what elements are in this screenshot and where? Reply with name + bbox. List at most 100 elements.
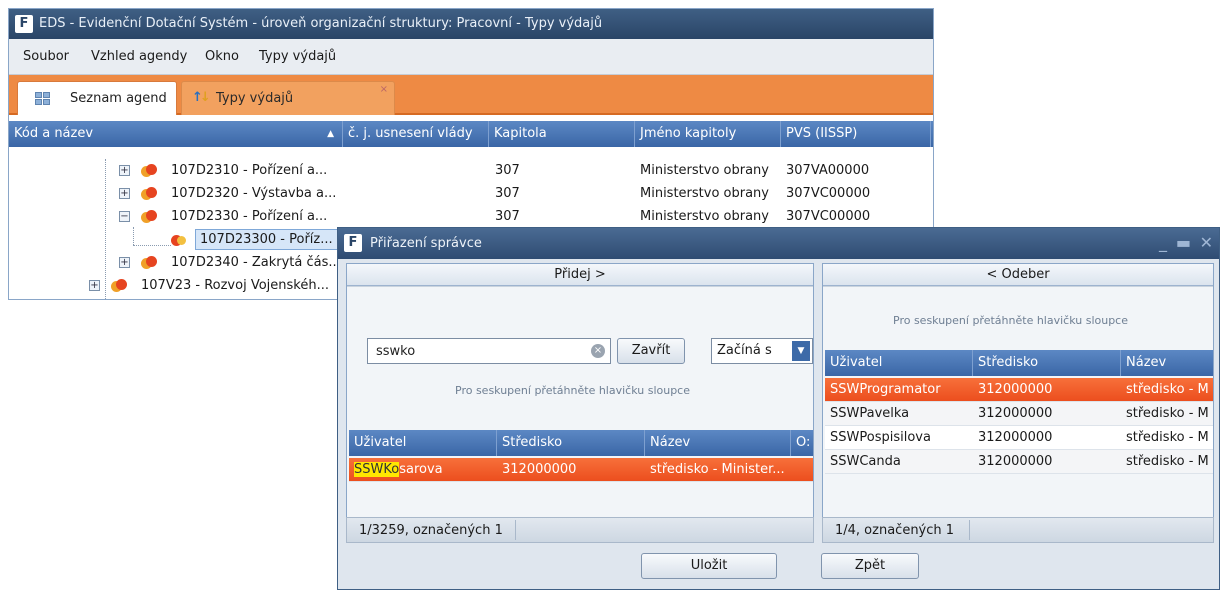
left-statusbar: 1/3259, označených 1 xyxy=(346,517,814,543)
column-stredisko[interactable]: Středisko xyxy=(497,430,645,456)
cell-nazev: středisko - M xyxy=(1126,454,1209,469)
list-item[interactable]: SSWCanda 312000000 středisko - M xyxy=(825,450,1213,474)
cell-pvs: 307VC00000 xyxy=(786,209,871,224)
cell-nazev: středisko - M xyxy=(1126,406,1209,421)
cell-uzivatel: SSWPavelka xyxy=(830,406,910,421)
available-users-body xyxy=(347,286,813,542)
budget-node-icon xyxy=(141,255,157,270)
available-users-pane: Přidej > × Zavřít Začíná s ▼ Pro seskupe… xyxy=(346,263,814,543)
tree-row-label: 107D2330 - Pořízení a... xyxy=(171,209,328,224)
chevron-down-icon[interactable]: ▼ xyxy=(792,341,810,361)
window-title: EDS - Evidenční Dotační Systém - úroveň … xyxy=(39,16,603,31)
cell-stredisko: 312000000 xyxy=(978,430,1053,445)
budget-leaf-icon xyxy=(171,232,187,247)
group-hint: Pro seskupení přetáhněte hlavičku sloupc… xyxy=(893,314,1128,327)
list-item[interactable]: SSWKosarova 312000000 středisko - Minist… xyxy=(349,458,813,482)
close-icon[interactable]: ✕ xyxy=(1200,233,1213,252)
menu-typy-vydaju[interactable]: Typy výdajů xyxy=(259,49,336,64)
cell-pvs: 307VA00000 xyxy=(786,163,870,178)
cell-pvs: 307VC00000 xyxy=(786,186,871,201)
available-users-header: Uživatel Středisko Název O: xyxy=(349,430,813,456)
eds-logo-icon: F xyxy=(15,15,33,33)
close-search-button[interactable]: Zavřít xyxy=(617,338,685,364)
assigned-users-header: Uživatel Středisko Název xyxy=(825,350,1213,376)
cell-jmeno-kapitoly: Ministerstvo obrany xyxy=(640,186,769,201)
expand-icon[interactable]: + xyxy=(119,165,130,176)
assign-admin-dialog: F Přiřazení správce _ ▬ ✕ Přidej > × Zav… xyxy=(337,227,1220,590)
remove-button[interactable]: < Odeber xyxy=(823,264,1213,286)
list-item[interactable]: SSWProgramator 312000000 středisko - M xyxy=(825,378,1213,402)
tab-label: Typy výdajů xyxy=(216,91,294,106)
tree-row-label: 107D23300 - Poříz... xyxy=(195,229,338,250)
tree-row[interactable]: + 107D2310 - Pořízení a... 307 Ministers… xyxy=(9,159,933,182)
close-icon[interactable]: × xyxy=(380,84,388,95)
menu-okno[interactable]: Okno xyxy=(205,49,239,64)
cell-jmeno-kapitoly: Ministerstvo obrany xyxy=(640,163,769,178)
assigned-users-pane: < Odeber Pro seskupení přetáhněte hlavič… xyxy=(822,263,1214,543)
cell-uzivatel: SSWCanda xyxy=(830,454,901,469)
cell-kapitola: 307 xyxy=(495,209,520,224)
tree-row-clipped xyxy=(9,143,933,151)
column-nazev[interactable]: Název xyxy=(1121,350,1213,376)
cell-kapitola: 307 xyxy=(495,163,520,178)
menu-soubor[interactable]: Soubor xyxy=(23,49,69,64)
cell-uzivatel: SSWKosarova xyxy=(354,462,443,477)
back-button[interactable]: Zpět xyxy=(821,553,919,579)
column-uzivatel[interactable]: Uživatel xyxy=(825,350,973,376)
tree-row-label: 107D2320 - Výstavba a... xyxy=(171,186,337,201)
tree-row-label: 107V23 - Rozvoj Vojenskéh... xyxy=(141,278,329,293)
expand-icon[interactable]: + xyxy=(89,280,100,291)
filter-mode-select[interactable]: Začíná s ▼ xyxy=(711,338,813,364)
group-hint: Pro seskupení přetáhněte hlavičku sloupc… xyxy=(455,384,690,397)
tree-row-label: 107D2340 - Zakrytá čás... xyxy=(171,255,341,270)
expand-icon[interactable]: + xyxy=(119,188,130,199)
tree-row-label: 107D2310 - Pořízení a... xyxy=(171,163,328,178)
menubar: Soubor Vzhled agendy Okno Typy výdajů xyxy=(9,39,933,75)
cell-kapitola: 307 xyxy=(495,186,520,201)
dialog-titlebar[interactable]: F Přiřazení správce _ ▬ ✕ xyxy=(338,228,1219,259)
cell-nazev: středisko - M xyxy=(1126,382,1209,397)
left-status-count: 1/3259, označených 1 xyxy=(359,523,503,538)
menu-vzhled-agendy[interactable]: Vzhled agendy xyxy=(91,49,187,64)
list-item[interactable]: SSWPavelka 312000000 středisko - M xyxy=(825,402,1213,426)
column-uzivatel[interactable]: Uživatel xyxy=(349,430,497,456)
tab-label: Seznam agend xyxy=(70,91,167,106)
search-match: SSWKo xyxy=(354,462,400,477)
tab-typy-vydaju[interactable]: ↑↓ Typy výdajů × xyxy=(181,81,395,115)
dialog-title: Přiřazení správce xyxy=(370,236,482,251)
main-titlebar[interactable]: F EDS - Evidenční Dotační Systém - úrove… xyxy=(9,9,933,39)
cell-stredisko: 312000000 xyxy=(502,462,577,477)
expand-icon[interactable]: + xyxy=(119,257,130,268)
maximize-icon[interactable]: ▬ xyxy=(1176,233,1191,252)
eds-logo-icon: F xyxy=(344,234,362,252)
right-status-count: 1/4, označených 1 xyxy=(835,523,955,538)
budget-node-icon xyxy=(141,163,157,178)
cell-stredisko: 312000000 xyxy=(978,454,1053,469)
budget-node-icon xyxy=(111,278,127,293)
grid-icon xyxy=(35,92,51,106)
clear-search-icon[interactable]: × xyxy=(591,344,605,358)
cell-stredisko: 312000000 xyxy=(978,406,1053,421)
budget-node-icon xyxy=(141,186,157,201)
cell-uzivatel: SSWPospisilova xyxy=(830,430,931,445)
cell-uzivatel: SSWProgramator xyxy=(830,382,941,397)
minimize-icon[interactable]: _ xyxy=(1159,233,1167,252)
search-input[interactable] xyxy=(367,338,611,364)
right-statusbar: 1/4, označených 1 xyxy=(822,517,1214,543)
list-item[interactable]: SSWPospisilova 312000000 středisko - M xyxy=(825,426,1213,450)
save-button[interactable]: Uložit xyxy=(641,553,777,579)
column-o[interactable]: O: xyxy=(791,430,813,456)
cell-nazev: středisko - Minister... xyxy=(650,462,785,477)
collapse-icon[interactable]: − xyxy=(119,211,130,222)
cell-jmeno-kapitoly: Ministerstvo obrany xyxy=(640,209,769,224)
column-stredisko[interactable]: Středisko xyxy=(973,350,1121,376)
tree-row[interactable]: + 107D2320 - Výstavba a... 307 Ministers… xyxy=(9,182,933,205)
add-button[interactable]: Přidej > xyxy=(347,264,813,286)
budget-node-icon xyxy=(141,209,157,224)
column-nazev[interactable]: Název xyxy=(645,430,791,456)
cell-stredisko: 312000000 xyxy=(978,382,1053,397)
cell-nazev: středisko - M xyxy=(1126,430,1209,445)
tab-seznam-agend[interactable]: Seznam agend xyxy=(17,81,177,115)
tree-row[interactable]: − 107D2330 - Pořízení a... 307 Ministers… xyxy=(9,205,933,228)
exchange-arrows-icon: ↑↓ xyxy=(192,90,211,105)
